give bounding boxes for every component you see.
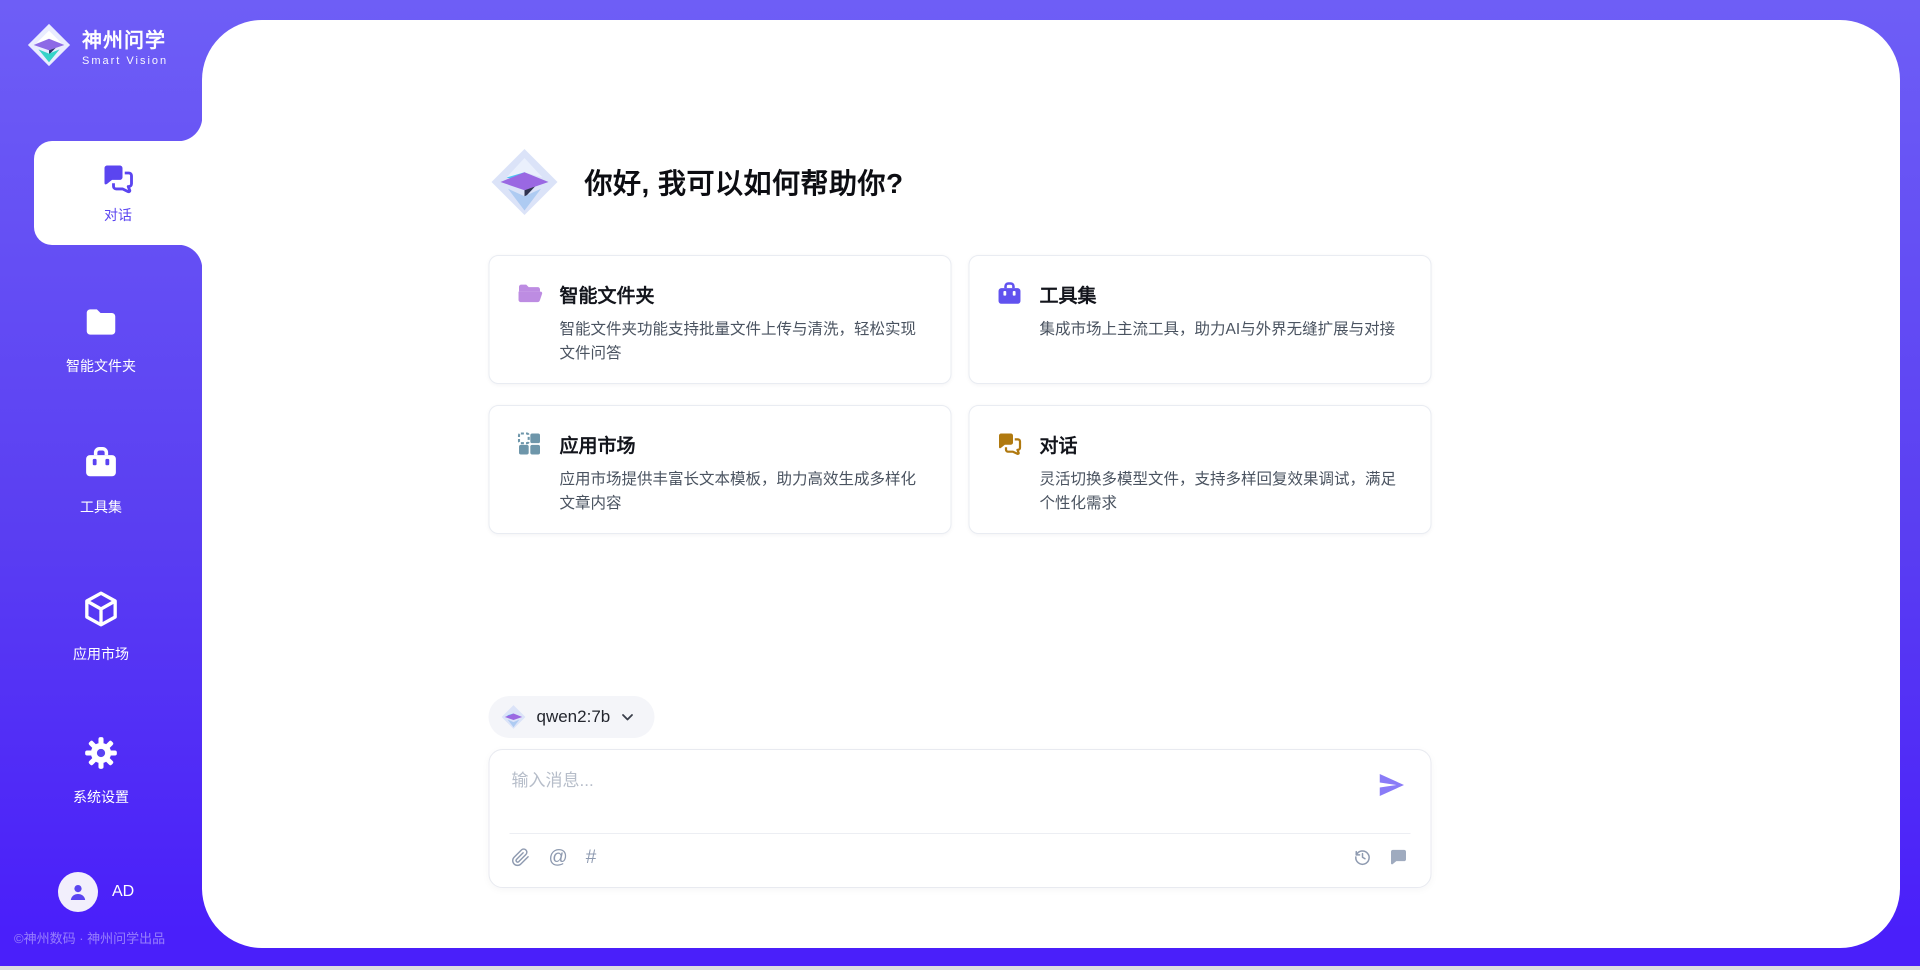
brand-subtitle: Smart Vision: [82, 55, 168, 67]
sidebar-item-label: 对话: [104, 205, 132, 225]
sidebar-item-label: 应用市场: [0, 644, 202, 664]
sidebar-item-label: 智能文件夹: [0, 356, 202, 376]
app-window: 神州问学 Smart Vision 对话 智能文件夹: [0, 0, 1920, 970]
brand-title: 神州问学: [82, 30, 166, 52]
gear-icon: [82, 734, 120, 772]
cube-icon: [81, 589, 121, 629]
card-title: 工具集: [1040, 281, 1097, 308]
feature-card-market[interactable]: 应用市场 应用市场提供丰富长文本模板，助力高效生成多样化文章内容: [489, 405, 952, 534]
sidebar-item-label: 系统设置: [0, 787, 202, 807]
attachment-icon[interactable]: [512, 848, 531, 867]
card-title: 对话: [1040, 431, 1078, 458]
brand-logo: 神州问学 Smart Vision: [26, 22, 168, 68]
greeting: 你好, 我可以如何帮助你?: [489, 146, 904, 218]
folder-icon: [82, 303, 120, 341]
window-bottom-edge: [0, 966, 1920, 970]
chat-icon: [100, 161, 136, 197]
feature-card-chat[interactable]: 对话 灵活切换多模型文件，支持多样回复效果调试，满足个性化需求: [969, 405, 1432, 534]
copyright-footer: ©神州数码 · 神州问学出品: [14, 928, 165, 947]
briefcase-icon: [82, 444, 120, 482]
model-name: qwen2:7b: [537, 707, 611, 727]
chat-icon: [996, 430, 1024, 458]
model-selector[interactable]: qwen2:7b: [489, 696, 655, 738]
sidebar: 神州问学 Smart Vision 对话 智能文件夹: [0, 0, 202, 970]
main-content: 你好, 我可以如何帮助你? 智能文件夹 智能文件夹功能支持批量文件上传与清洗，轻…: [489, 0, 1432, 970]
sidebar-item-label: 工具集: [0, 497, 202, 517]
card-title: 应用市场: [560, 431, 636, 458]
grid-icon: [516, 430, 544, 458]
card-description: 灵活切换多模型文件，支持多样回复效果调试，满足个性化需求: [1040, 468, 1405, 516]
feature-card-folder[interactable]: 智能文件夹 智能文件夹功能支持批量文件上传与清洗，轻松实现文件问答: [489, 255, 952, 384]
model-diamond-icon: [501, 704, 527, 730]
sidebar-item-chat[interactable]: 对话: [34, 141, 202, 245]
message-composer: @ #: [489, 749, 1432, 888]
message-input[interactable]: [512, 766, 1349, 814]
card-description: 智能文件夹功能支持批量文件上传与清洗，轻松实现文件问答: [560, 318, 925, 366]
history-icon[interactable]: [1353, 847, 1373, 867]
brand-diamond-icon: [26, 22, 72, 68]
user-initials: AD: [112, 883, 134, 901]
sidebar-item-market[interactable]: 应用市场: [0, 589, 202, 664]
card-title: 智能文件夹: [560, 281, 655, 308]
sidebar-item-folder[interactable]: 智能文件夹: [0, 303, 202, 376]
assistant-diamond-icon: [489, 146, 561, 218]
composer-divider: [510, 833, 1411, 834]
hash-icon[interactable]: #: [586, 848, 597, 867]
greeting-text: 你好, 我可以如何帮助你?: [585, 162, 904, 202]
chat-bubble-icon[interactable]: [1389, 847, 1409, 867]
mention-icon[interactable]: @: [549, 848, 568, 867]
card-description: 应用市场提供丰富长文本模板，助力高效生成多样化文章内容: [560, 468, 925, 516]
send-button[interactable]: [1377, 770, 1407, 800]
briefcase-icon: [996, 280, 1024, 308]
folder-open-icon: [516, 280, 544, 308]
user-account[interactable]: AD: [58, 872, 134, 912]
composer-toolbar: @ #: [512, 847, 1409, 867]
avatar: [58, 872, 98, 912]
chevron-down-icon: [620, 710, 634, 724]
sidebar-item-settings[interactable]: 系统设置: [0, 734, 202, 807]
card-description: 集成市场上主流工具，助力AI与外界无缝扩展与对接: [1040, 318, 1405, 342]
sidebar-item-toolset[interactable]: 工具集: [0, 444, 202, 517]
feature-card-toolset[interactable]: 工具集 集成市场上主流工具，助力AI与外界无缝扩展与对接: [969, 255, 1432, 384]
